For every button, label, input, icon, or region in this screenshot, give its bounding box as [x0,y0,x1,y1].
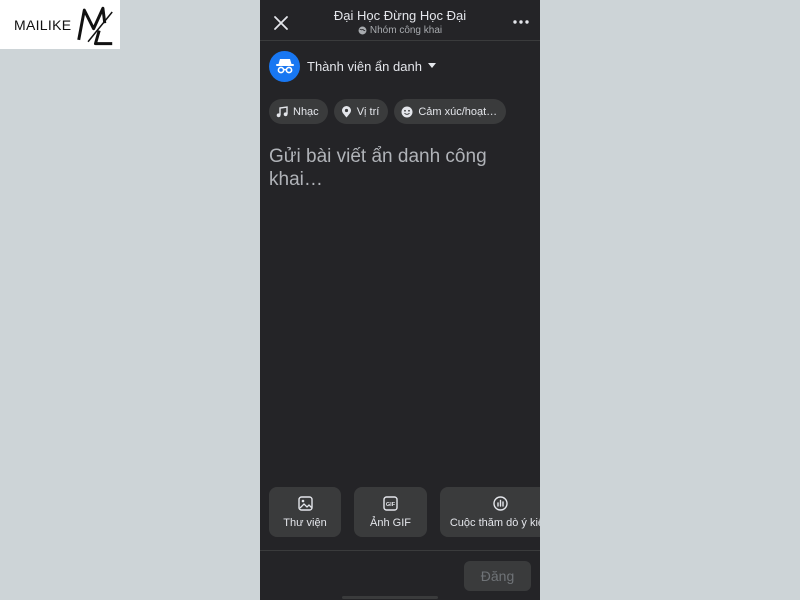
post-button[interactable]: Đăng [464,561,531,591]
group-title: Đại Học Đừng Học Đại [333,8,467,23]
chip-location-label: Vị trí [356,105,380,118]
chip-location[interactable]: Vị trí [333,99,389,124]
caret-down-icon [427,63,436,68]
chip-feeling-label: Cảm xúc/hoạt… [418,105,498,118]
post-text-input[interactable]: Gửi bài viết ẩn danh công khai… [269,145,519,191]
watermark-logo: MAILIKE [0,0,120,49]
privacy-label: Nhóm công khai [369,25,443,36]
poll-label: Cuộc thăm dò ý kiến [449,516,540,529]
author-name: Thành viên ẩn danh [307,58,422,74]
home-indicator [342,596,438,599]
music-note-icon [276,105,288,117]
location-pin-icon [341,105,351,117]
photo-library-button[interactable]: Thư viện [269,487,341,537]
poll-icon [492,495,508,511]
close-icon[interactable] [272,14,290,32]
gif-button[interactable]: GIF Ảnh GIF [354,487,427,537]
author-selector[interactable]: Thành viên ẩn danh [269,50,436,82]
watermark-text: MAILIKE [14,16,72,33]
ml-logo-mark [77,6,114,45]
composer-placeholder: Gửi bài viết ẩn danh công khai… [269,146,487,190]
post-options-chips: Nhạc Vị trí Cảm xúc/hoạt… [269,99,507,124]
gif-icon: GIF [383,495,398,511]
avatar [269,50,300,82]
chip-feeling[interactable]: Cảm xúc/hoạt… [394,99,507,124]
svg-text:GIF: GIF [386,502,396,508]
gif-label: Ảnh GIF [370,516,411,529]
incognito-icon [275,59,294,74]
attachment-actions: Thư viện GIF Ảnh GIF Cuộc thăm dò ý kiến [269,487,540,537]
group-privacy: Nhóm công khai [300,24,500,37]
header-title-group: Đại Học Đừng Học Đại Nhóm công khai [300,8,500,37]
photo-library-label: Thư viện [283,516,327,529]
header-bar: Đại Học Đừng Học Đại Nhóm công khai [260,0,540,41]
chip-music-label: Nhạc [293,105,319,118]
footer-bar: Đăng [260,550,540,600]
poll-button[interactable]: Cuộc thăm dò ý kiến [440,487,540,537]
photo-icon [297,495,313,511]
globe-icon [358,26,367,35]
more-options-icon[interactable] [512,15,530,29]
chip-music[interactable]: Nhạc [269,99,328,124]
smiley-icon [401,106,413,117]
create-post-screen: Đại Học Đừng Học Đại Nhóm công khai Thàn… [260,0,540,600]
